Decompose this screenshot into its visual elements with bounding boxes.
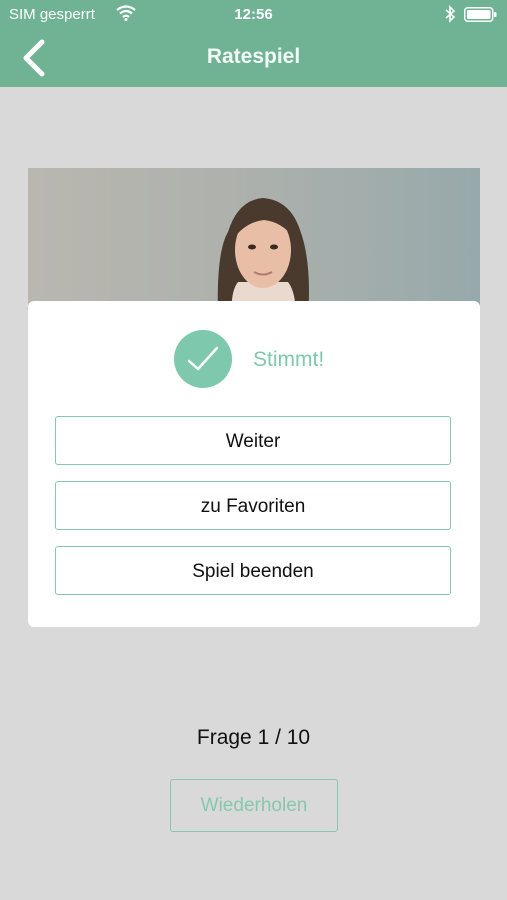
end-game-button[interactable]: Spiel beenden — [55, 546, 451, 595]
bluetooth-icon — [445, 5, 456, 23]
next-button[interactable]: Weiter — [55, 416, 451, 465]
checkmark-icon — [174, 330, 232, 388]
person-video-frame — [217, 198, 309, 318]
status-bar: SIM gesperrt 12:56 — [0, 0, 507, 30]
video-player[interactable] — [28, 168, 480, 318]
result-label: Stimmt! — [253, 348, 325, 371]
repeat-button[interactable]: Wiederholen — [170, 779, 338, 832]
clock: 12:56 — [234, 6, 273, 23]
question-progress: Frage 1 / 10 — [196, 726, 311, 749]
result-dialog: Stimmt! Weiter zu Favoriten Spiel beende… — [28, 301, 480, 627]
add-to-favorites-button[interactable]: zu Favoriten — [55, 481, 451, 530]
battery-icon — [464, 7, 497, 22]
navigation-header: SIM gesperrt 12:56 Ratespiel — [0, 0, 507, 87]
page-title: Ratespiel — [206, 45, 301, 68]
